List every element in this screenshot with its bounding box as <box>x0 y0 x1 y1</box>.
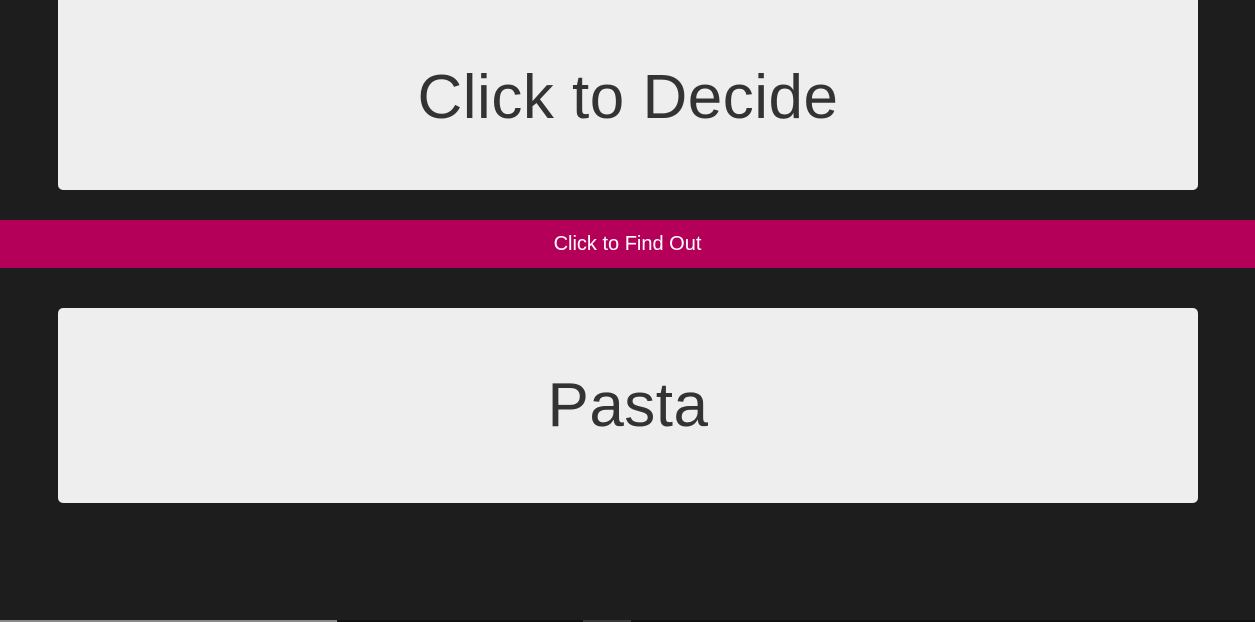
find-out-button-label: Click to Find Out <box>553 232 702 255</box>
result-card: Pasta <box>58 308 1198 503</box>
decide-card[interactable]: Click to Decide <box>58 0 1198 190</box>
find-out-button[interactable]: Click to Find Out <box>0 220 1255 268</box>
page: Click to Decide Click to Find Out Pasta <box>0 0 1255 622</box>
decide-card-label: Click to Decide <box>417 63 839 132</box>
result-card-label: Pasta <box>547 371 709 440</box>
